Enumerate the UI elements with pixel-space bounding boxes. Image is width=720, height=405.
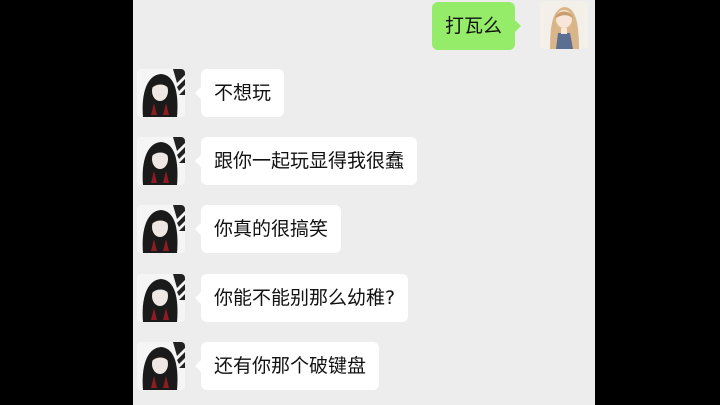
message-bubble-incoming[interactable]: 还有你那个破键盘	[194, 342, 380, 390]
friend-avatar[interactable]	[137, 69, 185, 117]
friend-avatar[interactable]	[137, 274, 185, 322]
message-bubble-incoming[interactable]: 你能不能别那么幼稚?	[194, 274, 409, 322]
message-bubble-incoming[interactable]: 跟你一起玩显得我很蠢	[194, 137, 418, 185]
friend-avatar[interactable]	[137, 205, 185, 253]
message-bubble-outgoing[interactable]: 打瓦么	[432, 2, 522, 50]
chat-view: 打瓦么 不想玩 跟你一起玩显得我很蠢 你真的很搞笑 你能不能别那么幼稚? 还有你…	[133, 0, 595, 405]
message-bubble-incoming[interactable]: 不想玩	[194, 69, 285, 117]
my-avatar[interactable]	[540, 1, 588, 49]
message-bubble-incoming[interactable]: 你真的很搞笑	[194, 205, 342, 253]
friend-avatar[interactable]	[137, 137, 185, 185]
friend-avatar[interactable]	[137, 342, 185, 390]
